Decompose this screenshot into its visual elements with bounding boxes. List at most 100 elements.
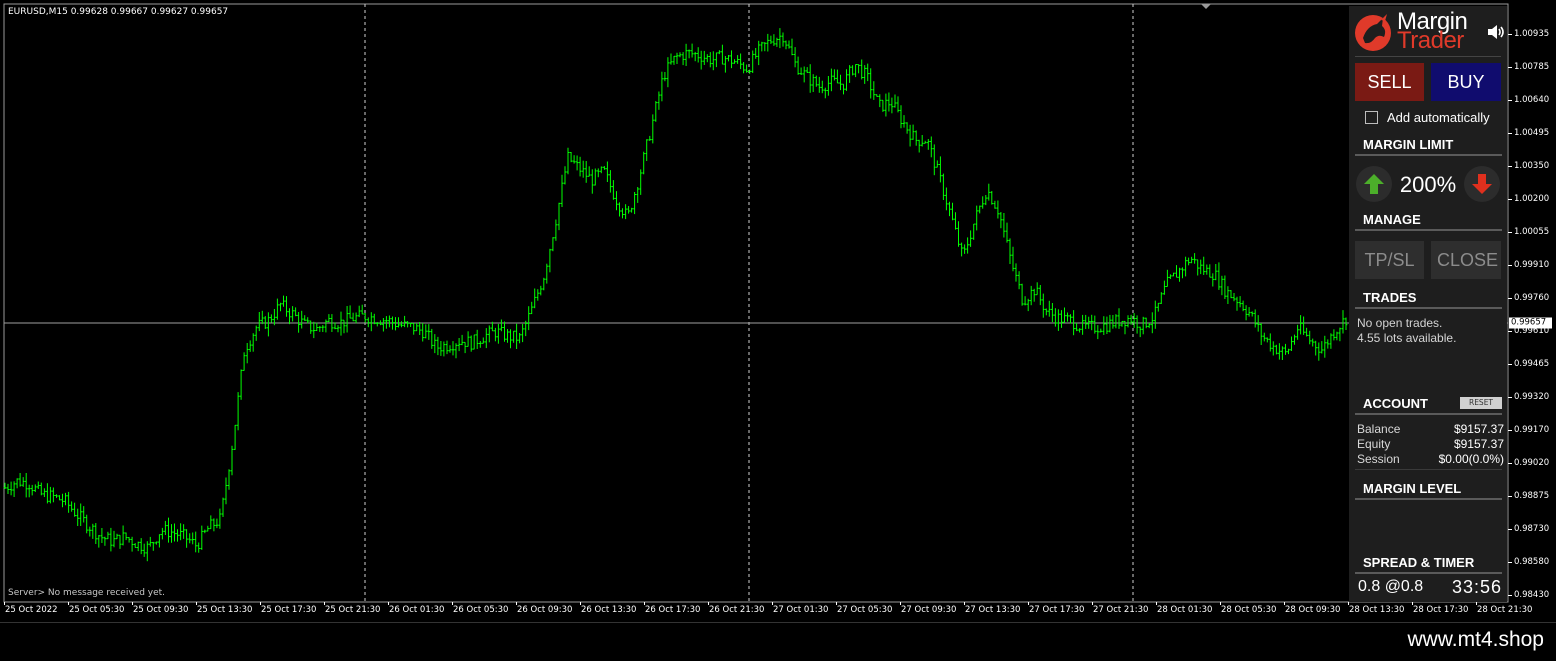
session-value: $0.00(0.0%) [1438,452,1504,466]
time-label: 26 Oct 09:30 [517,605,573,615]
time-label: 25 Oct 05:30 [69,605,125,615]
price-tick [1508,463,1512,464]
close-button[interactable]: CLOSE [1431,241,1501,279]
price-label: 1.00935 [1514,29,1550,39]
price-label: 1.00200 [1514,194,1550,204]
spread-value: 0.8 @0.8 [1358,578,1424,595]
lots-available: 4.55 lots available. [1357,331,1457,345]
time-label: 27 Oct 13:30 [965,605,1021,615]
price-tick [1508,529,1512,530]
candle-timer: 33:56 [1452,577,1503,597]
time-label: 27 Oct 21:30 [1093,605,1149,615]
equity-label: Equity [1357,437,1391,451]
time-label: 26 Oct 05:30 [453,605,509,615]
equity-value: $9157.37 [1453,437,1504,451]
footer-bar: www.mt4.shop [0,622,1556,661]
spread-timer-header: SPREAD & TIMER [1363,555,1475,570]
manage-header: MANAGE [1363,212,1421,227]
time-label: 25 Oct 21:30 [325,605,381,615]
time-label: 25 Oct 13:30 [197,605,253,615]
price-label: 0.99760 [1514,293,1550,303]
price-label: 0.98580 [1514,557,1550,567]
tpsl-button[interactable]: TP/SL [1355,241,1424,279]
shift-marker-icon[interactable] [1201,4,1211,9]
time-label: 28 Oct 05:30 [1221,605,1277,615]
bull-logo-icon [1355,14,1391,51]
price-label: 0.98875 [1514,491,1550,501]
price-label: 0.99320 [1514,392,1550,402]
time-label: 25 Oct 09:30 [133,605,189,615]
price-tick [1508,232,1512,233]
price-label: 0.99020 [1514,458,1550,468]
divider [1355,413,1502,415]
price-axis: 1.00935 1.00785 1.00640 1.00495 1.00350 1.002… [1508,0,1556,604]
time-label: 28 Oct 13:30 [1349,605,1405,615]
price-label: 0.99465 [1514,359,1550,369]
price-tick [1508,496,1512,497]
account-header: ACCOUNT [1363,396,1428,411]
logo: Margin Trader [1353,8,1506,54]
divider [1355,307,1502,309]
price-chart[interactable] [0,0,1556,622]
increase-limit-button[interactable] [1356,166,1392,202]
price-tick [1508,199,1512,200]
logo-text-trader: Trader [1397,27,1464,54]
add-automatically-label: Add automatically [1387,110,1490,125]
time-label: 25 Oct 17:30 [261,605,317,615]
margin-limit-header: MARGIN LIMIT [1363,137,1454,152]
price-label: 0.98730 [1514,524,1550,534]
margin-limit-value: 200% [1399,172,1457,197]
price-tick [1508,34,1512,35]
server-message: Server> No message received yet. [8,588,166,598]
divider [1355,229,1502,231]
price-label: 1.00785 [1514,62,1550,72]
price-tick [1508,67,1512,68]
divider [1355,572,1502,574]
trades-status: No open trades. [1357,316,1443,330]
balance-value: $9157.37 [1453,422,1504,436]
balance-row: Balance $9157.37 [1357,422,1504,436]
symbol-info: EURUSD,M15 0.99628 0.99667 0.99627 0.996… [8,7,229,17]
buy-button[interactable]: BUY [1431,63,1501,101]
price-tick [1508,595,1512,596]
margin-trader-panel: Margin Trader SELL BUY Add automatically… [1349,6,1507,602]
price-label: 1.00055 [1514,227,1550,237]
price-label: 1.00495 [1514,128,1550,138]
price-tick [1508,166,1512,167]
arrow-up-icon [1364,174,1384,194]
equity-row: Equity $9157.37 [1357,437,1504,451]
chart-frame [3,3,1509,603]
divider [1355,469,1502,470]
price-tick [1508,562,1512,563]
price-label: 1.00350 [1514,161,1550,171]
time-label: 27 Oct 09:30 [901,605,957,615]
price-tick [1508,397,1512,398]
price-tick [1508,133,1512,134]
reset-button[interactable]: RESET [1460,397,1502,409]
session-row: Session $0.00(0.0%) [1357,452,1504,466]
decrease-limit-button[interactable] [1464,166,1500,202]
time-label: 28 Oct 09:30 [1285,605,1341,615]
price-tick [1508,100,1512,101]
current-price-label: 0.99657 [1509,317,1552,329]
time-label: 26 Oct 17:30 [645,605,701,615]
time-label: 27 Oct 05:30 [837,605,893,615]
time-label: 27 Oct 17:30 [1029,605,1085,615]
add-automatically-toggle[interactable]: Add automatically [1365,110,1490,125]
add-automatically-checkbox[interactable] [1365,111,1378,124]
time-label: 26 Oct 01:30 [389,605,445,615]
price-label: 0.99170 [1514,425,1550,435]
sell-button[interactable]: SELL [1355,63,1424,101]
time-axis: 25 Oct 2022 25 Oct 05:30 25 Oct 09:30 25 Oc… [0,602,1532,622]
speaker-icon[interactable] [1486,22,1506,42]
price-tick [1508,331,1512,332]
price-label: 0.98430 [1514,590,1550,600]
divider [1355,56,1501,57]
time-label: 27 Oct 01:30 [773,605,829,615]
price-label: 0.99910 [1514,260,1550,270]
time-label: 28 Oct 17:30 [1413,605,1469,615]
price-tick [1508,265,1512,266]
time-label: 28 Oct 01:30 [1157,605,1213,615]
watermark: www.mt4.shop [1407,628,1544,651]
time-label: 26 Oct 21:30 [709,605,765,615]
